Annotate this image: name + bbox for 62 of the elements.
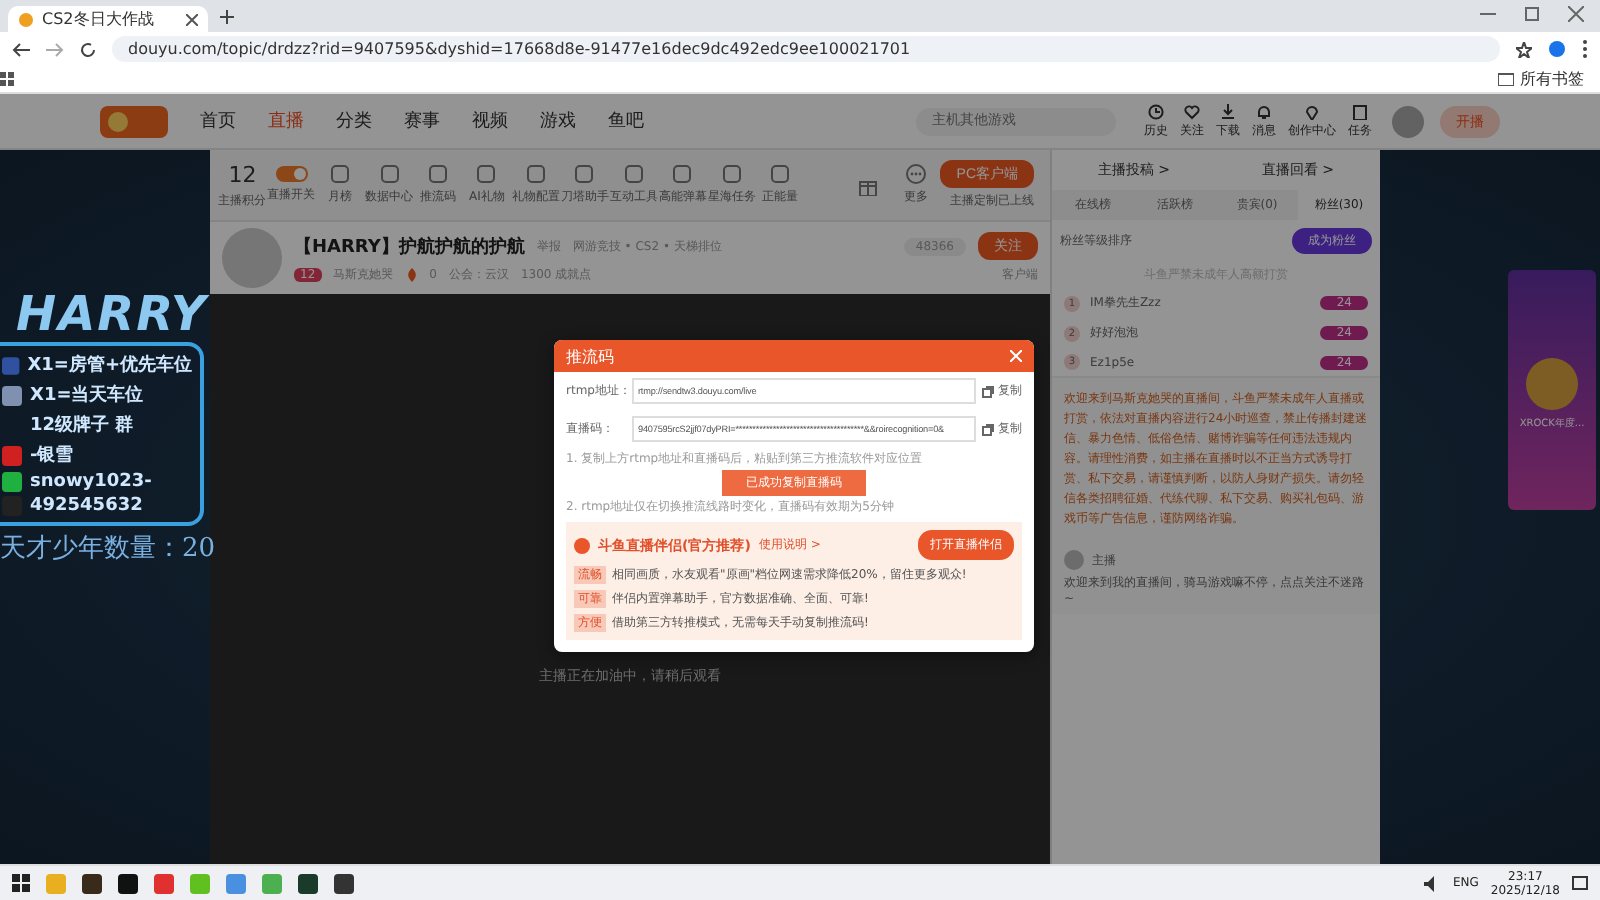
forward-arrow-icon <box>46 41 64 57</box>
back-arrow-icon <box>12 41 30 57</box>
info-text: -银雪 <box>30 443 74 468</box>
avatar-placeholder <box>222 228 282 288</box>
counter-text: 天才少年数量：20 <box>0 532 210 566</box>
nav-link[interactable]: 赛事 <box>388 108 456 134</box>
nav-link[interactable]: 直播 <box>252 108 320 134</box>
heart-icon <box>1184 103 1200 119</box>
info-text: snowy1023- <box>30 472 152 492</box>
square-icon <box>525 164 546 184</box>
nav-link[interactable]: 鱼吧 <box>592 108 660 134</box>
square-icon <box>330 164 351 184</box>
clipboard-icon <box>1352 103 1368 119</box>
clock-icon <box>1148 103 1164 119</box>
avatar-icon <box>1392 105 1424 137</box>
download-icon <box>1220 103 1236 119</box>
copy-icon <box>982 423 994 435</box>
address-bar[interactable]: douyu.com/topic/drdzz?rid=9407595&dyshid=17668d8e-91477e16dec9dc492edc9ee100021701 <box>112 36 1500 62</box>
gift-icon <box>857 175 878 195</box>
info-text: X1=当天车位 <box>30 382 144 408</box>
ellipsis-icon <box>906 164 927 184</box>
info-text: 492545632 <box>30 496 143 516</box>
bookmarks-label[interactable]: 所有书签 <box>1520 68 1584 90</box>
flame-icon <box>405 267 418 281</box>
windows-logo-icon <box>12 874 30 892</box>
plus-icon <box>220 9 234 23</box>
folder-icon <box>1498 72 1514 86</box>
close-icon <box>186 13 198 25</box>
square-icon <box>379 164 400 184</box>
toggle-icon <box>275 166 308 182</box>
square-icon <box>672 164 693 184</box>
square-icon <box>574 164 595 184</box>
logo-text: HARRY <box>14 286 210 342</box>
profile-icon <box>1548 40 1566 58</box>
bell-icon <box>1256 103 1272 119</box>
apps-grid-icon <box>0 72 14 86</box>
app-logo-icon <box>574 537 590 553</box>
square-icon <box>770 164 791 184</box>
score-value: 12 <box>228 161 257 187</box>
square-icon <box>476 164 497 184</box>
square-icon <box>623 164 644 184</box>
nav-link[interactable]: 游戏 <box>524 108 592 134</box>
square-icon <box>428 164 449 184</box>
info-text: 12级牌子 群 <box>30 413 134 438</box>
dialog-title: 推流码 <box>566 345 614 367</box>
avatar-icon <box>1064 550 1084 570</box>
square-icon <box>721 164 742 184</box>
stream-title: 【HARRY】护航护航的护航 <box>294 234 525 259</box>
reload-icon <box>80 41 96 57</box>
nav-link[interactable]: 首页 <box>184 108 252 134</box>
menu-icon <box>1582 40 1588 58</box>
photo-placeholder <box>1526 358 1578 410</box>
maximize-icon <box>1524 5 1540 21</box>
close-icon <box>1010 350 1022 362</box>
close-icon <box>1568 5 1584 21</box>
nav-link[interactable]: 分类 <box>320 108 388 134</box>
browser-tab[interactable]: CS2冬日大作战 <box>8 6 208 32</box>
pin-icon <box>1304 103 1320 119</box>
nav-link[interactable]: 视频 <box>456 108 524 134</box>
copy-icon <box>982 385 994 397</box>
star-icon <box>1516 41 1532 57</box>
info-text: X1=房管+优先车位 <box>27 352 192 378</box>
